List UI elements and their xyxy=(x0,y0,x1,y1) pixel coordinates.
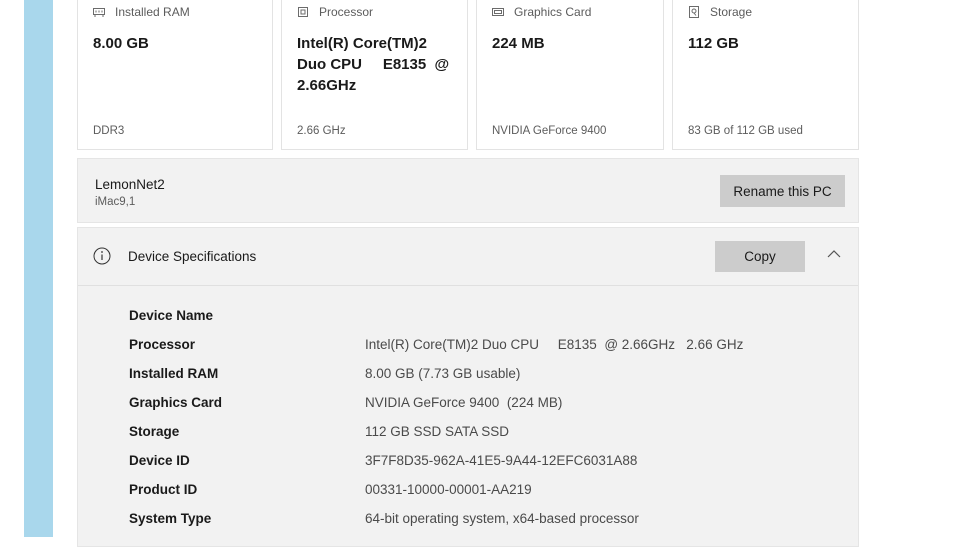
spec-cards: Installed RAM 8.00 GB DDR3 Processor Int… xyxy=(77,0,859,151)
card-title: Graphics Card xyxy=(514,5,592,19)
copy-button[interactable]: Copy xyxy=(715,241,805,272)
spec-label: System Type xyxy=(129,511,212,526)
card-footer: NVIDIA GeForce 9400 xyxy=(492,125,607,137)
storage-icon xyxy=(689,6,699,18)
spec-value: Intel(R) Core(TM)2 Duo CPU E8135 @ 2.66G… xyxy=(365,337,744,352)
spec-label: Device Name xyxy=(129,308,214,323)
card-value: 112 GB xyxy=(688,35,739,52)
spec-label: Processor xyxy=(129,337,196,352)
spec-row-device-id: Device ID 3F7F8D35-962A-41E5-9A44-12EFC6… xyxy=(78,453,858,482)
card-value: Intel(R) Core(TM)2 Duo CPU E8135 @ 2.66G… xyxy=(297,35,450,94)
processor-icon xyxy=(298,7,308,17)
card-footer: DDR3 xyxy=(93,125,125,137)
spec-label: Product ID xyxy=(129,482,198,497)
spec-value: 3F7F8D35-962A-41E5-9A44-12EFC6031A88 xyxy=(365,453,638,468)
spec-value: 64-bit operating system, x64-based proce… xyxy=(365,511,639,526)
card-graphics: Graphics Card 224 MB NVIDIA GeForce 9400 xyxy=(476,0,664,150)
spec-row-graphics-card: Graphics Card NVIDIA GeForce 9400 (224 M… xyxy=(78,395,858,424)
spec-value: 112 GB SSD SATA SSD xyxy=(365,424,510,439)
spec-row-processor: Processor Intel(R) Core(TM)2 Duo CPU E81… xyxy=(78,337,858,366)
info-icon xyxy=(93,247,111,265)
card-title: Installed RAM xyxy=(115,5,190,19)
spec-value: 00331-10000-00001-AA219 xyxy=(365,482,532,497)
spec-label: Graphics Card xyxy=(129,395,223,410)
card-footer: 83 GB of 112 GB used xyxy=(688,125,803,137)
graphics-card-icon xyxy=(492,8,504,16)
rename-pc-button[interactable]: Rename this PC xyxy=(720,175,845,207)
card-storage: Storage 112 GB 83 GB of 112 GB used xyxy=(672,0,859,150)
card-value: 224 MB xyxy=(492,35,545,52)
spec-value: 8.00 GB (7.73 GB usable) xyxy=(365,366,521,381)
spec-row-device-name: Device Name xyxy=(78,308,858,337)
spec-row-product-id: Product ID 00331-10000-00001-AA219 xyxy=(78,482,858,511)
card-title: Storage xyxy=(710,5,753,19)
spec-label: Storage xyxy=(129,424,180,439)
spec-row-installed-ram: Installed RAM 8.00 GB (7.73 GB usable) xyxy=(78,366,858,395)
left-margin xyxy=(0,0,24,537)
pc-model: iMac9,1 xyxy=(95,196,136,208)
pc-name-panel: LemonNet2 iMac9,1 Rename this PC xyxy=(77,158,859,223)
spec-row-storage: Storage 112 GB SSD SATA SSD xyxy=(78,424,858,453)
accent-strip xyxy=(24,0,53,537)
ram-icon xyxy=(93,8,105,17)
card-installed-ram: Installed RAM 8.00 GB DDR3 xyxy=(77,0,273,150)
device-specifications-panel: Device Specifications Copy Device Name P… xyxy=(77,227,859,547)
section-title: Device Specifications xyxy=(128,249,257,264)
card-footer: 2.66 GHz xyxy=(297,125,346,137)
card-title: Processor xyxy=(319,5,374,19)
card-value: 8.00 GB xyxy=(93,35,149,52)
spec-value: NVIDIA GeForce 9400 (224 MB) xyxy=(365,395,563,410)
spec-label: Device ID xyxy=(129,453,190,468)
spec-label: Installed RAM xyxy=(129,366,219,381)
pc-name: LemonNet2 xyxy=(95,177,165,192)
device-specifications-header[interactable]: Device Specifications Copy xyxy=(78,228,858,286)
chevron-up-icon[interactable] xyxy=(826,248,842,260)
card-processor: Processor Intel(R) Core(TM)2 Duo CPU E81… xyxy=(281,0,468,150)
spec-row-system-type: System Type 64-bit operating system, x64… xyxy=(78,511,858,540)
